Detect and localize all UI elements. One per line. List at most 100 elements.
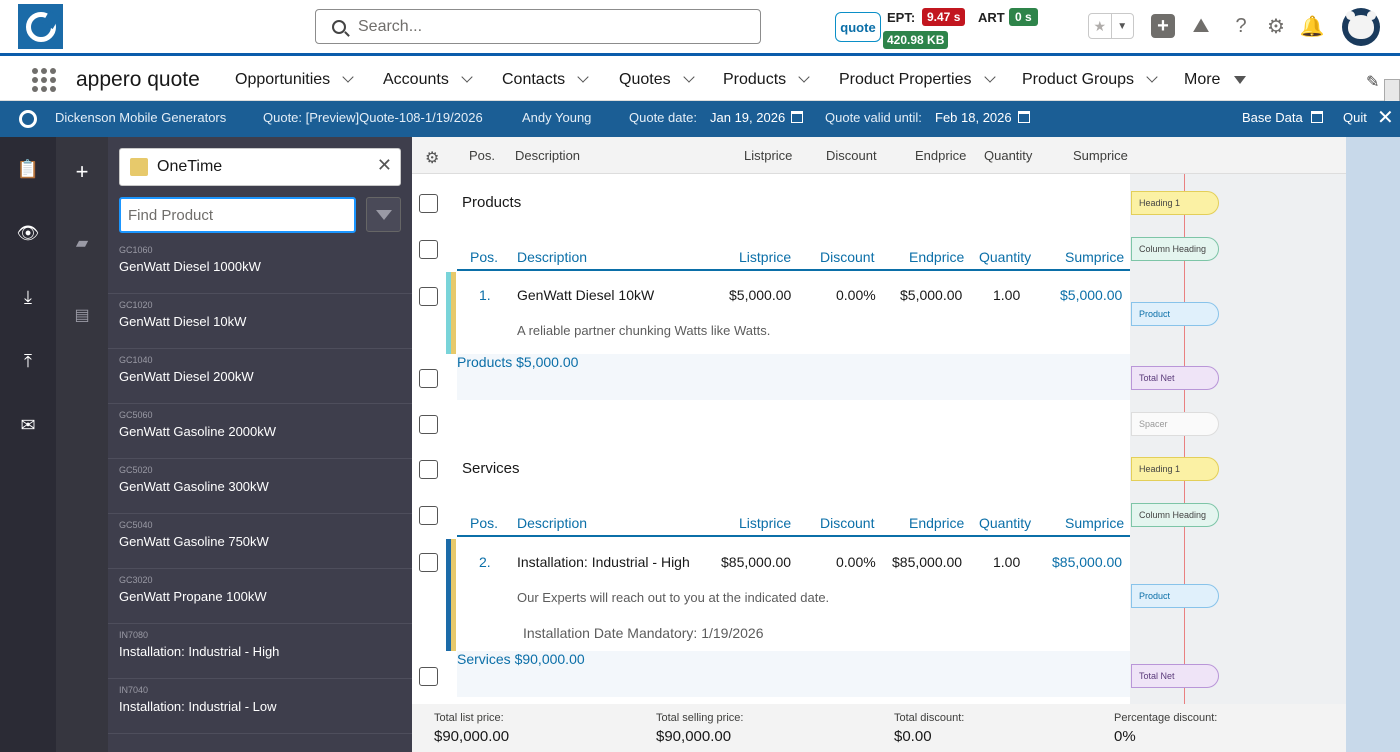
nav-product-groups[interactable]: Product Groups [1022, 71, 1158, 89]
quote-date-value[interactable]: Jan 19, 2026 [710, 110, 804, 125]
global-add-icon[interactable]: + [1151, 14, 1175, 38]
app-name: appero quote [76, 68, 200, 91]
type-pill-heading[interactable]: Heading 1 [1131, 191, 1219, 215]
column-heading-row: Pos. Description Listprice Discount Endp… [457, 238, 1130, 271]
pricebook-selector[interactable]: OneTime ✕ [119, 148, 401, 186]
pricebook-name: OneTime [157, 158, 223, 175]
row-checkbox[interactable] [419, 506, 438, 525]
nav-more[interactable]: More [1184, 71, 1247, 89]
chevron-down-icon [342, 71, 354, 83]
account-name[interactable]: Dickenson Mobile Generators [55, 110, 226, 125]
product-list-item[interactable]: GC1020 GenWatt Diesel 10kW [108, 294, 412, 349]
download-icon[interactable]: ⤓ [16, 287, 40, 308]
favorites-control[interactable]: ★ ▼ [1088, 13, 1134, 39]
table-icon[interactable]: ▤ [70, 305, 94, 325]
type-pill-product[interactable]: Product [1131, 302, 1219, 326]
nav-products[interactable]: Products [723, 71, 810, 89]
add-icon[interactable]: + [70, 159, 94, 185]
help-icon[interactable]: ? [1229, 14, 1253, 38]
trailhead-icon[interactable]: ⛰ [1189, 14, 1213, 38]
type-pill-total-net[interactable]: Total Net [1131, 366, 1219, 390]
product-list-item[interactable]: GC5020 GenWatt Gasoline 300kW [108, 459, 412, 514]
quote-badge[interactable]: quote [835, 12, 881, 42]
head-discount: Discount [826, 148, 877, 163]
quote-line-editor: ⚙ Pos. Description Listprice Discount En… [412, 137, 1346, 752]
quote-date-label: Quote date: [629, 110, 697, 125]
nav-quotes[interactable]: Quotes [619, 71, 695, 89]
filter-button[interactable] [366, 197, 401, 232]
preview-eye-icon[interactable]: 👁 [16, 223, 40, 244]
background-texture [1346, 137, 1400, 752]
section-heading-services[interactable]: Services [462, 460, 1135, 477]
quote-owner[interactable]: Andy Young [522, 110, 591, 125]
line-color-bar [451, 272, 456, 354]
valid-until-value[interactable]: Feb 18, 2026 [935, 110, 1030, 125]
total-net-row[interactable]: Products $5,000.00 [457, 354, 1130, 400]
email-icon[interactable]: ✉ [16, 415, 40, 436]
product-list-item[interactable]: GC5040 GenWatt Gasoline 750kW [108, 514, 412, 569]
edit-nav-pencil-icon[interactable]: ✎ [1366, 72, 1379, 92]
row-checkbox[interactable] [419, 460, 438, 479]
type-pill-column-heading[interactable]: Column Heading [1131, 503, 1219, 527]
product-list-item[interactable]: IN7080 Installation: Industrial - High [108, 624, 412, 679]
product-line-row[interactable]: 1. GenWatt Diesel 10kW $5,000.00 0.00% $… [457, 272, 1130, 354]
product-list-item[interactable]: GC1060 GenWatt Diesel 1000kW [108, 239, 412, 294]
quote-info-bar: Dickenson Mobile Generators Quote: [Prev… [0, 101, 1400, 137]
row-checkbox[interactable] [419, 667, 438, 686]
type-pill-column-heading[interactable]: Column Heading [1131, 237, 1219, 261]
section-heading-products[interactable]: Products [462, 194, 1135, 211]
find-product-input[interactable]: Find Product [119, 197, 356, 233]
line-color-bar [451, 539, 456, 651]
head-pos: Pos. [469, 148, 496, 163]
star-icon[interactable]: ★ [1089, 14, 1111, 38]
type-pill-product[interactable]: Product [1131, 584, 1219, 608]
chevron-down-icon [1146, 71, 1158, 83]
notification-bell-icon[interactable]: 🔔 [1300, 14, 1325, 38]
type-pill-total-net[interactable]: Total Net [1131, 664, 1219, 688]
row-checkbox[interactable] [419, 287, 438, 306]
app-logo[interactable] [18, 4, 63, 49]
column-heading-row: Pos. Description Listprice Discount Endp… [457, 504, 1130, 537]
upload-icon[interactable]: ⤒ [16, 351, 40, 372]
type-pill-spacer[interactable]: Spacer [1131, 412, 1219, 436]
app-launcher-icon[interactable] [32, 68, 56, 92]
nav-product-properties[interactable]: Product Properties [839, 71, 996, 89]
user-avatar[interactable] [1342, 8, 1380, 46]
clipboard-icon [1310, 111, 1323, 123]
nav-opportunities[interactable]: Opportunities [235, 71, 354, 89]
quote-name[interactable]: Quote: [Preview]Quote-108-1/19/2026 [263, 110, 483, 125]
chevron-down-icon [577, 71, 589, 83]
setup-gear-icon[interactable]: ⚙ [1264, 14, 1288, 38]
product-list-item[interactable]: GC3020 GenWatt Propane 100kW [108, 569, 412, 624]
global-search-input[interactable]: Search... [315, 9, 761, 44]
quit-button[interactable]: Quit [1343, 110, 1367, 125]
row-checkbox[interactable] [419, 415, 438, 434]
row-checkbox[interactable] [419, 240, 438, 259]
grid-header: ⚙ Pos. Description Listprice Discount En… [412, 137, 1346, 174]
left-tool-rail: + ▰ ▤ [56, 137, 108, 752]
product-line-row[interactable]: 2. Installation: Industrial - High $85,0… [457, 539, 1130, 651]
total-net-row[interactable]: Services $90,000.00 [457, 651, 1130, 697]
row-checkbox[interactable] [419, 194, 438, 213]
product-list-item[interactable]: IN7040 Installation: Industrial - Low [108, 679, 412, 734]
clear-icon[interactable]: ✕ [377, 155, 392, 176]
chevron-down-icon [983, 71, 996, 83]
nav-accounts[interactable]: Accounts [383, 71, 473, 89]
head-quantity: Quantity [984, 148, 1033, 163]
bundle-icon[interactable]: ▰ [70, 233, 94, 253]
head-listprice: Listprice [744, 148, 793, 163]
row-checkbox[interactable] [419, 369, 438, 388]
chevron-down-icon [461, 71, 473, 83]
type-pill-heading[interactable]: Heading 1 [1131, 457, 1219, 481]
chevron-down-icon[interactable]: ▼ [1110, 14, 1134, 38]
percentage-discount: Percentage discount: 0% [1114, 712, 1218, 745]
product-list-item[interactable]: GC5060 GenWatt Gasoline 2000kW [108, 404, 412, 459]
row-checkbox[interactable] [419, 553, 438, 572]
clipboard-icon[interactable]: 📋 [16, 159, 40, 180]
search-placeholder: Search... [358, 17, 423, 35]
grid-settings-gear-icon[interactable]: ⚙ [425, 148, 439, 168]
close-icon[interactable]: ✕ [1377, 105, 1394, 130]
base-data-button[interactable]: Base Data [1242, 110, 1323, 125]
product-list-item[interactable]: GC1040 GenWatt Diesel 200kW [108, 349, 412, 404]
nav-contacts[interactable]: Contacts [502, 71, 589, 89]
